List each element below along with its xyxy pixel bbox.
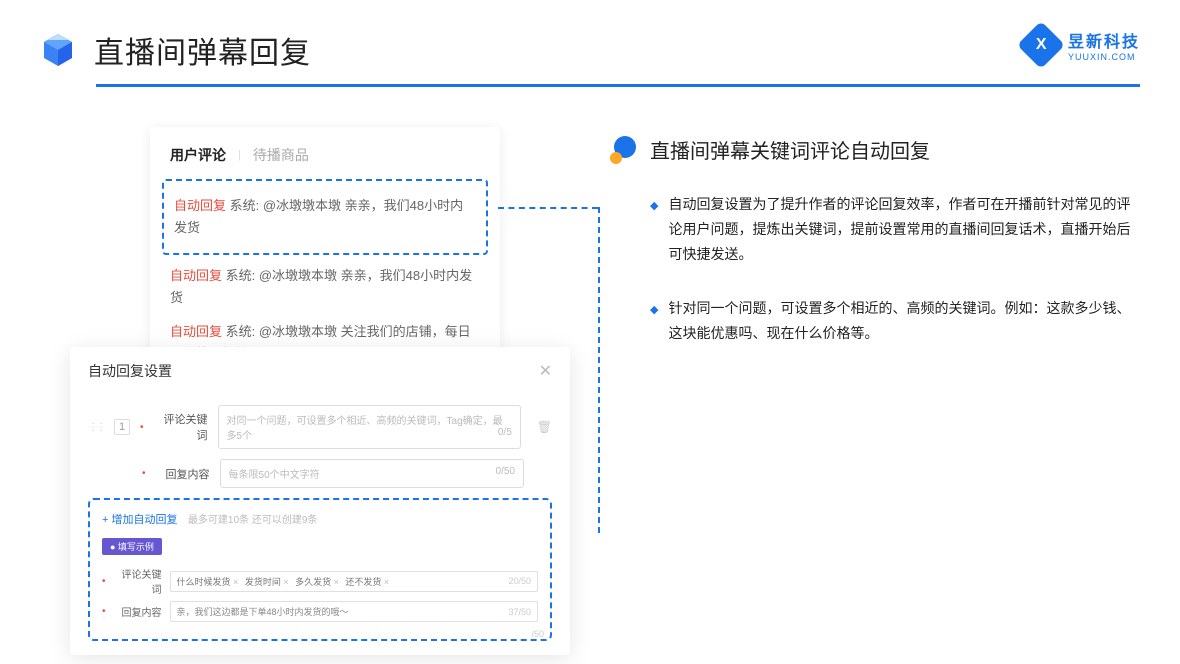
feature-bubble-icon <box>610 136 638 164</box>
brand-icon <box>1017 21 1065 69</box>
diamond-icon: ◆ <box>650 301 658 346</box>
delete-icon[interactable]: 🗑 <box>537 420 552 434</box>
required-dot: • <box>142 468 146 479</box>
example-block: + 增加自动回复 最多可建10条 还可以创建9条 ● 填写示例 • 评论关键词 … <box>88 498 552 641</box>
bullet-text: 自动回复设置为了提升作者的评论回复效率，作者可在开播前针对常见的评论用户问题，提… <box>668 192 1140 268</box>
ex-keyword-input[interactable]: 什么时候发货 发货时间 多久发货 还不发货 20/50 <box>170 571 538 592</box>
order-number: 1 <box>114 419 130 435</box>
example-label: ● 填写示例 <box>102 538 162 555</box>
connector-line-v <box>598 207 600 533</box>
comments-tabs: 用户评论 | 待播商品 <box>170 145 480 165</box>
keyword-input[interactable]: 对同一个问题，可设置多个相近、高频的关键词，Tag确定，最多5个 0/5 <box>218 405 521 449</box>
keyword-label: 评论关键词 <box>154 411 208 443</box>
page-title: 直播间弹幕回复 <box>94 28 311 72</box>
left-screenshots: 用户评论 | 待播商品 自动回复 系统: @冰墩墩本墩 亲亲，我们48小时内发货… <box>70 127 570 392</box>
brand-name-cn: 昱新科技 <box>1068 28 1140 52</box>
settings-title: 自动回复设置 <box>88 361 172 381</box>
comment-row: 自动回复 系统: @冰墩墩本墩 亲亲，我们48小时内发货 <box>174 189 476 245</box>
comment-row: 自动回复 系统: @冰墩墩本墩 亲亲，我们48小时内发货 <box>170 259 480 315</box>
form-row-keyword: ⋮⋮ 1 • 评论关键词 对同一个问题，可设置多个相近、高频的关键词，Tag确定… <box>88 405 552 449</box>
feature-title: 直播间弹幕关键词评论自动回复 <box>650 135 930 164</box>
counter: 37/50 <box>508 607 531 617</box>
tab-pending-goods[interactable]: 待播商品 <box>253 145 309 165</box>
keyword-chip: 多久发货 <box>295 577 339 587</box>
reply-label: 回复内容 <box>156 466 210 482</box>
ex-reply-input[interactable]: 亲，我们这边都是下单48小时内发货的哦～ 37/50 <box>170 601 538 622</box>
form-row-reply: • 回复内容 每条限50个中文字符 0/50 <box>88 459 552 488</box>
required-dot: • <box>102 606 106 617</box>
required-dot: • <box>102 576 106 587</box>
close-icon[interactable]: ✕ <box>539 361 552 381</box>
bullet-text: 针对同一个问题，可设置多个相近的、高频的关键词。例如：这款多少钱、这块能优惠吗、… <box>668 296 1140 346</box>
bullet-item: ◆ 自动回复设置为了提升作者的评论回复效率，作者可在开播前针对常见的评论用户问题… <box>650 192 1140 268</box>
connector-line-h <box>498 207 598 209</box>
feature-description: 直播间弹幕关键词评论自动回复 ◆ 自动回复设置为了提升作者的评论回复效率，作者可… <box>610 127 1140 392</box>
reply-input[interactable]: 每条限50个中文字符 0/50 <box>220 459 524 488</box>
auto-reply-badge: 自动回复 <box>170 324 222 339</box>
input-counter: 0/5 <box>498 427 512 438</box>
keyword-chip: 发货时间 <box>245 577 289 587</box>
ex-keyword-label: 评论关键词 <box>114 566 162 596</box>
header-cube-icon <box>40 32 76 68</box>
add-auto-reply-link[interactable]: + 增加自动回复 <box>102 514 177 526</box>
drag-handle-icon[interactable]: ⋮⋮ <box>88 422 104 433</box>
keyword-chip: 还不发货 <box>345 577 389 587</box>
auto-reply-badge: 自动回复 <box>170 268 222 283</box>
tab-separator: | <box>238 149 241 161</box>
required-dot: • <box>140 422 144 433</box>
example-row-keyword: • 评论关键词 什么时候发货 发货时间 多久发货 还不发货 20/50 <box>102 566 538 596</box>
counter: 20/50 <box>508 576 531 586</box>
tab-user-comments[interactable]: 用户评论 <box>170 145 226 165</box>
keyword-chip: 什么时候发货 <box>177 577 239 587</box>
example-row-reply: • 回复内容 亲，我们这边都是下单48小时内发货的哦～ 37/50 <box>102 601 538 622</box>
diamond-icon: ◆ <box>650 197 658 268</box>
settings-modal: 自动回复设置 ✕ ⋮⋮ 1 • 评论关键词 对同一个问题，可设置多个相近、高频的… <box>70 347 570 655</box>
auto-reply-badge: 自动回复 <box>174 198 226 213</box>
brand-name-en: YUUXIN.COM <box>1068 52 1140 62</box>
ex-reply-label: 回复内容 <box>114 604 162 619</box>
bullet-item: ◆ 针对同一个问题，可设置多个相近的、高频的关键词。例如：这款多少钱、这块能优惠… <box>650 296 1140 346</box>
add-hint: 最多可建10条 还可以创建9条 <box>188 515 317 526</box>
page-header: 直播间弹幕回复 <box>0 0 1180 84</box>
input-counter: 0/50 <box>496 466 515 477</box>
comment-highlighted: 自动回复 系统: @冰墩墩本墩 亲亲，我们48小时内发货 <box>162 179 488 255</box>
brand-logo: 昱新科技 YUUXIN.COM <box>1024 28 1140 62</box>
overflow-counter: /50 <box>531 629 544 639</box>
